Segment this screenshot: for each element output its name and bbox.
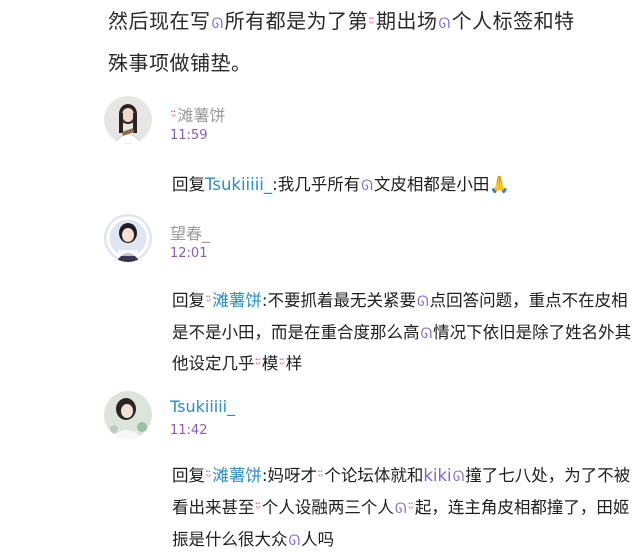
comment-username[interactable]: Tsukiiiii_ [170,397,235,416]
swirl-icon: ᘏ [394,501,407,517]
swirl-icon: ᘏ [438,16,451,32]
avatar-image [104,391,152,439]
pray-emoji-icon: 🙏 [489,175,510,194]
text-fragment: 情况下依旧是除 [433,323,549,342]
text-fragment: 个人设融两三个人 [261,498,394,517]
comment-reply-text: 回复ᵕ̈滩薯饼:不要抓着最无关紧要ᘏ点回答问题，重点不在皮相是不是小田，而是在重… [172,286,634,381]
text-fragment: 模 [261,354,279,373]
comment-time: 11:59 [170,128,208,143]
mention-link[interactable]: Tsukiiiii_ [205,175,272,194]
text-fragment: 样 [285,354,303,373]
reply-prefix: 回复 [172,175,205,194]
swirl-icon: ᘏ [288,533,301,549]
reply-prefix: 回复 [172,291,205,310]
swirl-icon: ᘏ [361,178,373,194]
text-fragment: 期出场 [376,9,438,33]
text-fragment: 起，连主角皮相 [414,498,531,517]
text-fragment: 殊事项做铺垫。 [108,51,252,75]
avatar[interactable] [104,214,152,262]
comment-time: 12:01 [170,246,208,261]
comment-username[interactable]: ᵕ̈滩薯饼 [170,102,225,126]
comment-username[interactable]: 望春_ [170,220,210,244]
avatar-image [104,96,152,144]
mention-link[interactable]: 滩薯饼 [212,291,262,310]
text-fragment: 撞了七八处，为 [465,466,581,485]
emoticon-icon: ᵕ̈ [317,470,324,485]
avatar-image [104,214,152,262]
comment-reply-text: 回复ᵕ̈滩薯饼:妈呀才ᵕ̈个论坛体就和kikiᘏ撞了七八处，为了不被看出来甚至ᵕ… [172,461,634,556]
text-fragment: 文皮相都是小田 [373,175,490,194]
text-fragment: 人吗 [301,530,335,549]
avatar[interactable] [104,391,152,439]
swirl-icon: ᘏ [420,326,433,342]
emoticon-icon: ᵕ̈ [279,358,285,373]
text-fragment: :妈呀才 [261,466,317,485]
avatar[interactable] [104,96,152,144]
comment-time: 11:42 [170,423,208,438]
emoticon-icon: ᵕ̈ [206,295,212,310]
reply-prefix: 回复 [172,466,205,485]
comment-reply-text: 回复Tsukiiiii_:我几乎所有ᘏ文皮相都是小田🙏 [172,170,634,201]
emoticon-icon: ᵕ̈ [255,358,261,373]
emoticon-icon: ᵕ̈ [171,110,177,125]
emoticon-icon: ᵕ̈ [206,470,212,485]
text-fragment: :不要抓着最无关紧要 [261,291,416,310]
username-text: 滩薯饼 [177,106,226,125]
swirl-icon: ᘏ [416,294,429,310]
text-fragment: 个论坛体就和 [324,466,424,485]
text-fragment: 所有都是为了第 [224,9,369,33]
text-fragment: 个人标签和特 [451,9,575,33]
emoticon-icon: ᵕ̈ [255,502,261,517]
previous-comment-text: 然后现在写ᘏ所有都是为了第ᵕ̈期出场ᘏ个人标签和特 殊事项做铺垫。 [108,2,628,82]
text-fragment: 点回答问题，重点不 [429,291,579,310]
inline-name: kiki [423,466,452,485]
text-fragment: :我几乎所有 [272,175,361,194]
text-fragment: 然后现在写 [108,9,211,33]
mention-link[interactable]: 滩薯饼 [212,466,262,485]
swirl-icon: ᘏ [211,16,224,32]
emoticon-icon: ᵕ̈ [369,17,376,32]
swirl-icon: ᘏ [452,469,465,485]
emoticon-icon: ᵕ̈ [408,502,414,517]
